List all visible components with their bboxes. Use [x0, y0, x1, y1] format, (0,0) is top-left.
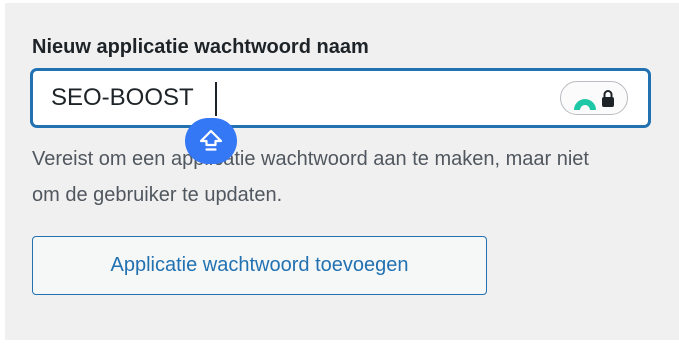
settings-panel: Nieuw applicatie wachtwoord naam Vereist… — [5, 3, 679, 340]
application-password-name-input[interactable] — [51, 71, 531, 125]
caps-lock-indicator — [185, 118, 237, 164]
lock-icon — [602, 90, 614, 107]
password-manager-logo-icon — [574, 99, 596, 110]
caps-lock-icon — [199, 129, 223, 151]
application-password-name-input-wrapper[interactable] — [31, 69, 650, 127]
add-application-password-button[interactable]: Applicatie wachtwoord toevoegen — [32, 236, 487, 295]
password-manager-button[interactable] — [560, 81, 628, 115]
text-cursor — [215, 82, 217, 116]
field-description: Vereist om een applicatie wachtwoord aan… — [32, 148, 589, 206]
field-label: Nieuw applicatie wachtwoord naam — [32, 36, 369, 58]
